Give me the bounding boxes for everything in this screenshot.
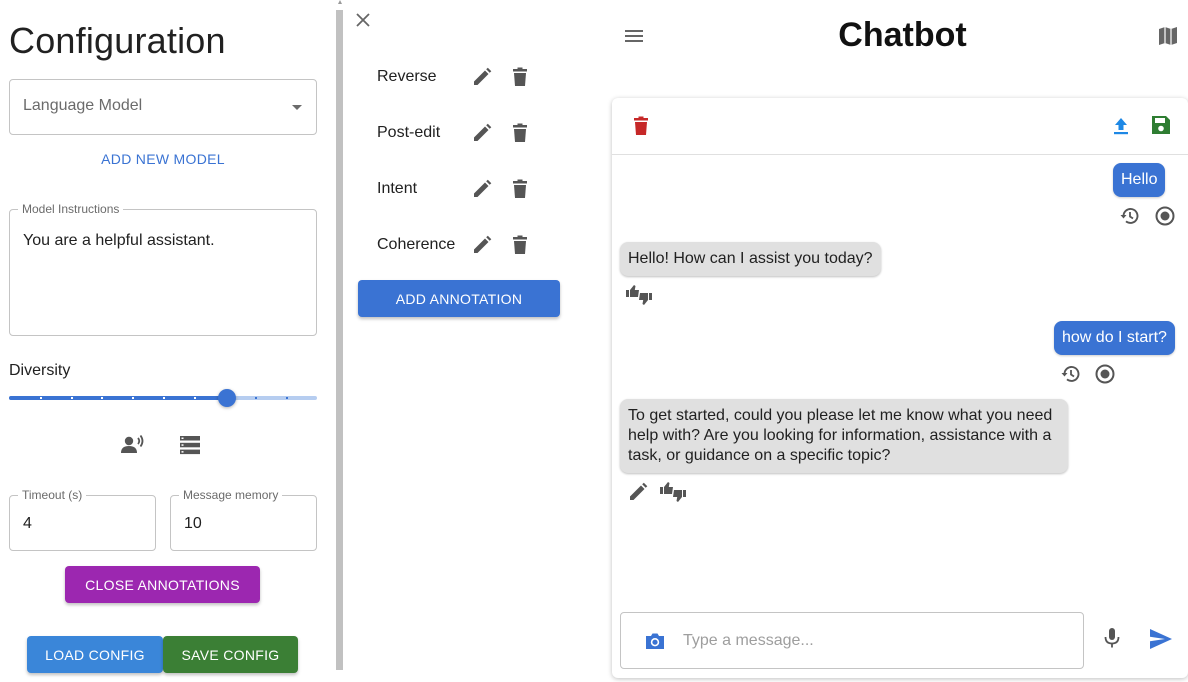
message-composer: [620, 612, 1084, 669]
diversity-label: Diversity: [9, 362, 71, 379]
edit-icon[interactable]: [470, 233, 494, 257]
slider-mark: [71, 397, 73, 399]
record-icon[interactable]: [1093, 362, 1117, 386]
map-icon[interactable]: [1156, 24, 1180, 48]
annotation-label: Post-edit: [377, 124, 441, 141]
edit-icon[interactable]: [470, 177, 494, 201]
model-instructions-legend: Model Instructions: [18, 202, 124, 216]
chat-card: Hello Hello! How can I assist you today?…: [612, 98, 1188, 678]
annotation-item: Reverse: [377, 63, 547, 91]
timeout-legend: Timeout (s): [18, 488, 87, 502]
slider-mark: [132, 397, 134, 399]
message-memory-legend: Message memory: [179, 488, 283, 502]
timeout-value: 4: [23, 515, 32, 532]
chat-header: Chatbot: [800, 0, 1005, 60]
storage-icon[interactable]: [177, 432, 203, 458]
slider-mark: [255, 397, 257, 399]
edit-icon[interactable]: [470, 65, 494, 89]
camera-icon[interactable]: [643, 629, 667, 653]
annotation-label: Coherence: [377, 236, 456, 253]
slider-mark: [286, 397, 288, 399]
history-icon[interactable]: [1118, 204, 1142, 228]
delete-chat-icon[interactable]: [629, 114, 653, 138]
timeout-field[interactable]: Timeout (s) 4: [9, 488, 156, 551]
caret-down-icon: [292, 105, 302, 110]
diversity-slider[interactable]: [9, 388, 317, 408]
slider-mark: [40, 397, 42, 399]
slider-mark: [101, 397, 103, 399]
slider-mark: [194, 397, 196, 399]
slider-thumb[interactable]: [218, 389, 236, 407]
model-instructions-field[interactable]: Model Instructions You are a helpful ass…: [9, 202, 317, 336]
edit-icon[interactable]: [626, 480, 650, 504]
annotation-item: Coherence: [377, 231, 547, 259]
configuration-panel: Configuration Language Model ADD NEW MOD…: [0, 0, 332, 682]
model-instructions-value: You are a helpful assistant.: [23, 232, 215, 249]
annotation-item: Intent: [377, 175, 547, 203]
mic-icon[interactable]: [1100, 626, 1124, 650]
delete-icon[interactable]: [508, 121, 532, 145]
message-memory-value: 10: [184, 515, 202, 532]
save-icon[interactable]: [1149, 113, 1173, 137]
annotation-item: Post-edit: [377, 119, 547, 147]
send-icon[interactable]: [1148, 626, 1174, 652]
annotation-label: Reverse: [377, 68, 437, 85]
delete-icon[interactable]: [508, 233, 532, 257]
scrollbar-up-arrow[interactable]: [338, 0, 342, 4]
history-icon[interactable]: [1059, 362, 1083, 386]
close-annotations-button[interactable]: CLOSE ANNOTATIONS: [65, 566, 260, 603]
thumbs-icon[interactable]: [625, 284, 652, 308]
load-config-button[interactable]: LOAD CONFIG: [27, 636, 163, 673]
message-memory-field[interactable]: Message memory 10: [170, 488, 317, 551]
delete-icon[interactable]: [508, 65, 532, 89]
config-title: Configuration: [9, 20, 226, 61]
chat-toolbar: [612, 98, 1188, 155]
edit-icon[interactable]: [470, 121, 494, 145]
close-icon[interactable]: [354, 11, 372, 29]
thumbs-icon[interactable]: [659, 481, 686, 505]
chat-title: Chatbot: [838, 16, 967, 54]
chat-message-user: how do I start?: [1054, 321, 1175, 355]
slider-mark: [163, 397, 165, 399]
annotation-label: Intent: [377, 180, 418, 197]
add-annotation-button[interactable]: ADD ANNOTATION: [358, 280, 560, 317]
message-input[interactable]: [683, 627, 1063, 655]
menu-icon[interactable]: [622, 24, 646, 48]
chat-message-bot: To get started, could you please let me …: [620, 399, 1068, 473]
scrollbar[interactable]: [336, 10, 343, 670]
upload-icon[interactable]: [1109, 114, 1133, 138]
language-model-select[interactable]: Language Model: [9, 79, 317, 135]
record-icon[interactable]: [1153, 204, 1177, 228]
delete-icon[interactable]: [508, 177, 532, 201]
voice-icon[interactable]: [120, 432, 146, 458]
add-new-model-button[interactable]: ADD NEW MODEL: [9, 151, 317, 167]
chat-message-bot: Hello! How can I assist you today?: [620, 242, 881, 276]
chat-message-user: Hello: [1113, 163, 1166, 197]
language-model-select-label: Language Model: [23, 97, 143, 114]
save-config-button[interactable]: SAVE CONFIG: [163, 636, 298, 673]
